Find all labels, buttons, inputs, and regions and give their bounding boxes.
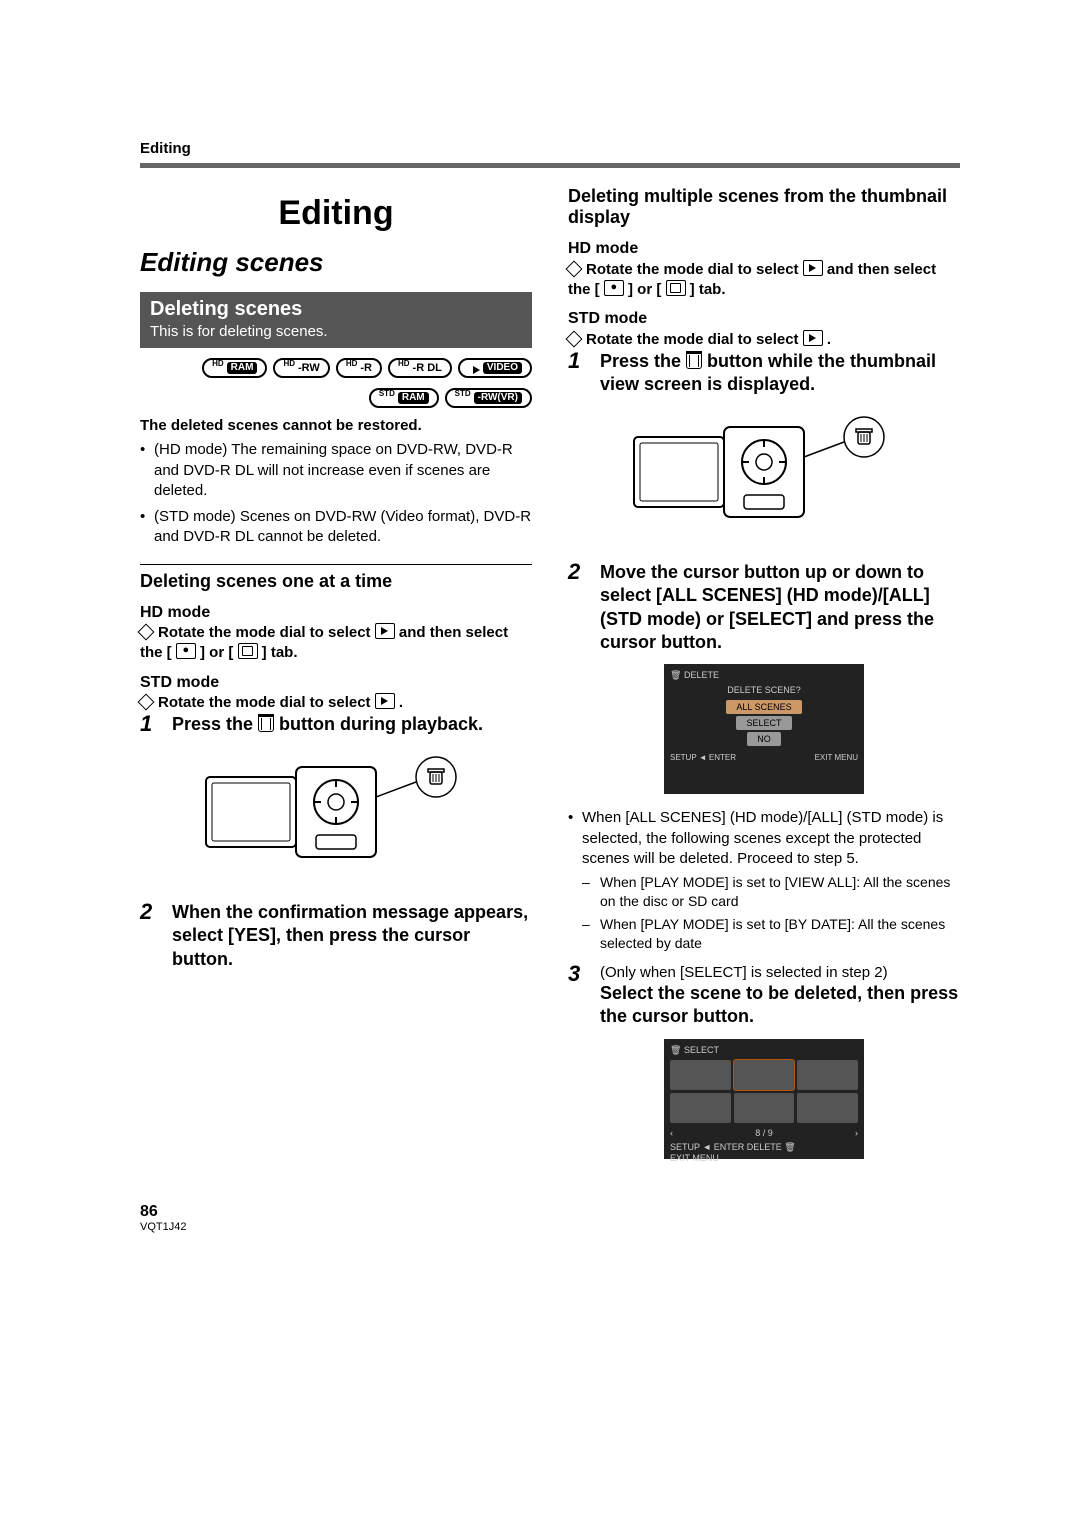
badge-hd-ram: HDRAM: [202, 358, 267, 378]
left-column: Editing Editing scenes Deleting scenes T…: [140, 186, 532, 1173]
badge-hd-rw: HD-RW: [273, 358, 329, 378]
hd-mode-label: HD mode: [140, 602, 532, 624]
prev-icon: ‹: [670, 1128, 673, 1138]
hd-instruction: Rotate the mode dial to select and then …: [568, 260, 960, 301]
list-item: (STD mode) Scenes on DVD-RW (Video forma…: [140, 507, 532, 548]
list-item: When [PLAY MODE] is set to [VIEW ALL]: A…: [582, 873, 960, 911]
body-text: The deleted scenes cannot be restored. (…: [140, 416, 532, 548]
card-tab-icon: [238, 643, 258, 659]
lcd-figure-delete-menu: 🗑 DELETE DELETE SCENE? ALL SCENES SELECT…: [568, 664, 960, 794]
step-number: 1: [568, 350, 590, 397]
page: Editing Editing Editing scenes Deleting …: [0, 0, 1080, 1293]
step-text: Move the cursor button up or down to sel…: [600, 561, 960, 655]
dash-list: When [PLAY MODE] is set to [VIEW ALL]: A…: [582, 873, 960, 953]
play-mode-icon: [803, 330, 823, 346]
subsection-heading: Deleting scenes: [140, 292, 532, 323]
notes: When [ALL SCENES] (HD mode)/[ALL] (STD m…: [568, 808, 960, 952]
section-heading: Editing scenes: [140, 247, 532, 278]
procedure-body: HD mode Rotate the mode dial to select a…: [140, 602, 532, 714]
lcd-option: ALL SCENES: [726, 700, 801, 714]
section-tag: Editing: [140, 140, 960, 157]
step-text: When the confirmation message appears, s…: [172, 901, 532, 971]
step-text: (Only when [SELECT] is selected in step …: [600, 963, 960, 1029]
trash-icon: [258, 714, 274, 732]
thumb: [670, 1060, 731, 1090]
page-indicator: 8 / 9: [741, 1127, 787, 1139]
std-instruction: Rotate the mode dial to select .: [568, 330, 960, 350]
diamond-bullet-icon: [138, 624, 155, 641]
media-badges-row1: HDRAM HD-RW HD-R HD-R DL VIDEO: [140, 358, 532, 378]
step-number: 1: [140, 713, 162, 736]
step-text: Press the button while the thumbnail vie…: [600, 350, 960, 397]
document-code: VQT1J42: [140, 1221, 960, 1233]
hd-instruction: Rotate the mode dial to select and then …: [140, 623, 532, 664]
lcd-option: SELECT: [736, 716, 791, 730]
std-mode-label: STD mode: [568, 308, 960, 330]
thumb-selected: [734, 1060, 795, 1090]
step-number: 2: [140, 901, 162, 971]
camera-illustration: [624, 407, 904, 547]
lcd-screenshot: 🗑 SELECT ‹ 8 / 9 ›: [664, 1039, 864, 1159]
procedure-body: HD mode Rotate the mode dial to select a…: [568, 238, 960, 350]
play-icon: [468, 363, 480, 373]
thumb: [670, 1093, 731, 1123]
card-tab-icon: [666, 280, 686, 296]
badge-std-ram: STDRAM: [369, 388, 439, 408]
std-instruction: Rotate the mode dial to select .: [140, 693, 532, 713]
next-icon: ›: [855, 1128, 858, 1138]
procedure-heading: Deleting multiple scenes from the thumbn…: [568, 186, 960, 228]
right-column: Deleting multiple scenes from the thumbn…: [568, 186, 960, 1173]
camera-illustration: [196, 747, 476, 887]
step-note: (Only when [SELECT] is selected in step …: [600, 963, 960, 983]
list-item: (HD mode) The remaining space on DVD-RW,…: [140, 440, 532, 501]
notes-list: (HD mode) The remaining space on DVD-RW,…: [140, 440, 532, 547]
subsection-subheading: This is for deleting scenes.: [140, 323, 532, 348]
page-title: Editing: [140, 194, 532, 233]
diamond-bullet-icon: [566, 330, 583, 347]
warning-text: The deleted scenes cannot be restored.: [140, 416, 532, 436]
camera-figure: [140, 747, 532, 887]
badge-hd-rdl: HD-R DL: [388, 358, 452, 378]
play-mode-icon: [375, 623, 395, 639]
play-mode-icon: [803, 260, 823, 276]
camera-figure: [568, 407, 960, 547]
procedure-heading: Deleting scenes one at a time: [140, 564, 532, 592]
media-badges-row2: STDRAM STD-RW(VR): [140, 388, 532, 408]
list-item: When [ALL SCENES] (HD mode)/[ALL] (STD m…: [568, 808, 960, 952]
play-mode-icon: [375, 693, 395, 709]
badge-hd-r: HD-R: [336, 358, 382, 378]
step-number: 2: [568, 561, 590, 655]
thumb: [734, 1093, 795, 1123]
step-1: 1 Press the button during playback.: [140, 713, 532, 736]
thumb: [797, 1060, 858, 1090]
list-item: When [PLAY MODE] is set to [BY DATE]: Al…: [582, 915, 960, 953]
disc-tab-icon: [176, 643, 196, 659]
hd-mode-label: HD mode: [568, 238, 960, 260]
diamond-bullet-icon: [138, 694, 155, 711]
trash-icon: [686, 351, 702, 369]
thumb: [797, 1093, 858, 1123]
step-text: Press the button during playback.: [172, 713, 483, 736]
step-3: 3 (Only when [SELECT] is selected in ste…: [568, 963, 960, 1029]
lcd-figure-select-thumbs: 🗑 SELECT ‹ 8 / 9 ›: [568, 1039, 960, 1159]
badge-std-rwvr: STD-RW(VR): [445, 388, 532, 408]
badge-video: VIDEO: [458, 358, 532, 378]
diamond-bullet-icon: [566, 260, 583, 277]
disc-tab-icon: [604, 280, 624, 296]
header-rule: [140, 163, 960, 168]
step-2: 2 When the confirmation message appears,…: [140, 901, 532, 971]
lcd-option: NO: [747, 732, 781, 746]
lcd-screenshot: 🗑 DELETE DELETE SCENE? ALL SCENES SELECT…: [664, 664, 864, 794]
step-number: 3: [568, 963, 590, 1029]
step-2: 2 Move the cursor button up or down to s…: [568, 561, 960, 655]
columns: Editing Editing scenes Deleting scenes T…: [140, 186, 960, 1173]
std-mode-label: STD mode: [140, 672, 532, 694]
page-number: 86: [140, 1203, 960, 1221]
step-1: 1 Press the button while the thumbnail v…: [568, 350, 960, 397]
